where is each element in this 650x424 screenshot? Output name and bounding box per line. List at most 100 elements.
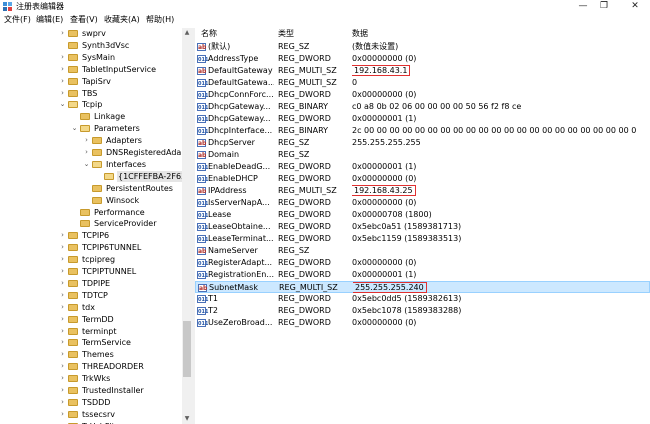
maximize-button[interactable]: ❐ bbox=[589, 0, 619, 13]
tree-item[interactable]: Winsock bbox=[0, 195, 182, 206]
tree-item[interactable]: › tcpipreg bbox=[0, 254, 182, 265]
tree-item[interactable]: ServiceProvider bbox=[0, 218, 182, 229]
expand-arrow-icon[interactable]: › bbox=[59, 28, 66, 39]
column-header-name[interactable]: 名称 bbox=[199, 28, 217, 40]
value-row[interactable]: ab (默认) REG_SZ (数值未设置) bbox=[195, 41, 650, 53]
column-header-type[interactable]: 类型 bbox=[276, 28, 294, 40]
collapse-arrow-icon[interactable]: ⌄ bbox=[71, 123, 78, 134]
tree-item[interactable]: › TDPIPE bbox=[0, 278, 182, 289]
value-row[interactable]: 011 LeaseTerminat... REG_DWORD 0x5ebc1159 (… bbox=[195, 233, 650, 245]
value-row[interactable]: 011 T1 REG_DWORD 0x5ebc0dd5 (1589382613) bbox=[195, 293, 650, 305]
expand-arrow-icon[interactable]: › bbox=[59, 397, 66, 408]
tree-item[interactable]: › DNSRegisteredAda bbox=[0, 147, 182, 158]
value-row[interactable]: ab DefaultGateway REG_MULTI_SZ 192.168.43.1 bbox=[195, 65, 650, 77]
expand-arrow-icon[interactable]: › bbox=[59, 230, 66, 241]
expand-arrow-icon[interactable]: › bbox=[59, 278, 66, 289]
tree-item[interactable]: › TermService bbox=[0, 337, 182, 348]
tree-item[interactable]: {1CFFEFBA-2F63 bbox=[0, 170, 188, 182]
scroll-up-icon[interactable]: ▲ bbox=[182, 28, 192, 38]
value-row[interactable]: 011 UseZeroBroad... REG_DWORD 0x00000000 (0… bbox=[195, 317, 650, 329]
expand-arrow-icon[interactable]: › bbox=[59, 242, 66, 253]
value-row[interactable]: 011 LeaseObtaine... REG_DWORD 0x5ebc0a51 (1… bbox=[195, 221, 650, 233]
value-list[interactable]: 名称 类型 数据 ab (默认) REG_SZ (数值未设置) 011 AddressTy… bbox=[195, 28, 650, 424]
scroll-down-icon[interactable]: ▼ bbox=[182, 414, 192, 424]
expand-arrow-icon[interactable]: › bbox=[59, 266, 66, 277]
tree-item[interactable]: › SysMain bbox=[0, 52, 182, 63]
value-row[interactable]: 011 Lease REG_DWORD 0x00000708 (1800) bbox=[195, 209, 650, 221]
expand-arrow-icon[interactable]: › bbox=[59, 385, 66, 396]
expand-arrow-icon[interactable]: › bbox=[59, 361, 66, 372]
tree-item[interactable]: Linkage bbox=[0, 111, 182, 122]
value-name: NameServer bbox=[208, 246, 258, 256]
value-row[interactable]: ab DhcpServer REG_SZ 255.255.255.255 bbox=[195, 137, 650, 149]
expand-arrow-icon[interactable]: › bbox=[59, 254, 66, 265]
menu-view[interactable]: 查看(V) bbox=[70, 14, 98, 26]
tree-item[interactable]: › TBS bbox=[0, 88, 182, 99]
expand-arrow-icon[interactable]: › bbox=[59, 76, 66, 87]
tree-item[interactable]: › terminpt bbox=[0, 326, 182, 337]
tree-item[interactable]: › Adapters bbox=[0, 135, 182, 146]
value-row[interactable]: ab NameServer REG_SZ bbox=[195, 245, 650, 257]
tree-item[interactable]: › TDTCP bbox=[0, 290, 182, 301]
collapse-arrow-icon[interactable]: ⌄ bbox=[83, 159, 90, 170]
value-row[interactable]: ab IPAddress REG_MULTI_SZ 192.168.43.25 bbox=[195, 185, 650, 197]
expand-arrow-icon[interactable]: › bbox=[59, 409, 66, 420]
collapse-arrow-icon[interactable]: ⌄ bbox=[59, 99, 66, 110]
tree-item[interactable]: ⌄ Interfaces bbox=[0, 159, 182, 170]
tree-item[interactable]: › TermDD bbox=[0, 314, 182, 325]
tree-item[interactable]: › swprv bbox=[0, 28, 182, 39]
value-row[interactable]: ab SubnetMask REG_MULTI_SZ 255.255.255.240 bbox=[195, 281, 650, 294]
tree-item[interactable]: › TSDDD bbox=[0, 397, 182, 408]
tree-item[interactable]: Performance bbox=[0, 207, 182, 218]
menu-favorites[interactable]: 收藏夹(A) bbox=[104, 14, 140, 26]
menu-file[interactable]: 文件(F) bbox=[4, 14, 31, 26]
expand-arrow-icon[interactable]: › bbox=[59, 64, 66, 75]
key-tree[interactable]: › swprv Synth3dVsc › SysMain › TabletInputServ… bbox=[0, 28, 192, 424]
tree-item[interactable]: › TCPIP6TUNNEL bbox=[0, 242, 182, 253]
tree-scrollbar[interactable]: ▲ ▼ bbox=[182, 28, 192, 424]
tree-item[interactable]: › THREADORDER bbox=[0, 361, 182, 372]
tree-item[interactable]: › TrkWks bbox=[0, 373, 182, 384]
expand-arrow-icon[interactable]: › bbox=[83, 135, 90, 146]
scrollbar-thumb[interactable] bbox=[183, 321, 191, 377]
tree-item[interactable]: ⌄ Tcpip bbox=[0, 99, 182, 110]
value-row[interactable]: 011 DhcpConnForc... REG_DWORD 0x00000000 (0… bbox=[195, 89, 650, 101]
value-row[interactable]: 011 IsServerNapA... REG_DWORD 0x00000000 (0… bbox=[195, 197, 650, 209]
value-row[interactable]: 011 DhcpGateway... REG_DWORD 0x00000001 (1) bbox=[195, 113, 650, 125]
tree-item[interactable]: › TrustedInstaller bbox=[0, 385, 182, 396]
expand-arrow-icon[interactable]: › bbox=[59, 326, 66, 337]
value-row[interactable]: 011 DefaultGatewa... REG_MULTI_SZ 0 bbox=[195, 77, 650, 89]
value-row[interactable]: 011 AddressType REG_DWORD 0x00000000 (0) bbox=[195, 53, 650, 65]
menu-edit[interactable]: 编辑(E) bbox=[36, 14, 63, 26]
tree-item[interactable]: › TCPIP6 bbox=[0, 230, 182, 241]
expand-arrow-icon[interactable]: › bbox=[59, 373, 66, 384]
menu-help[interactable]: 帮助(H) bbox=[146, 14, 174, 26]
tree-item[interactable]: › tssecsrv bbox=[0, 409, 182, 420]
value-row[interactable]: 011 EnableDeadG... REG_DWORD 0x00000001 (1) bbox=[195, 161, 650, 173]
value-row[interactable]: ab Domain REG_SZ bbox=[195, 149, 650, 161]
column-header-data[interactable]: 数据 bbox=[350, 28, 368, 40]
tree-item[interactable]: › TabletInputService bbox=[0, 64, 182, 75]
expand-arrow-icon[interactable]: › bbox=[59, 52, 66, 63]
tree-item[interactable]: Synth3dVsc bbox=[0, 40, 182, 51]
value-row[interactable]: 011 EnableDHCP REG_DWORD 0x00000000 (0) bbox=[195, 173, 650, 185]
value-row[interactable]: 011 DhcpInterface... REG_BINARY 2c 00 00 00… bbox=[195, 125, 650, 137]
tree-item[interactable]: ⌄ Parameters bbox=[0, 123, 182, 134]
tree-item[interactable]: › TapiSrv bbox=[0, 76, 182, 87]
value-row[interactable]: 011 T2 REG_DWORD 0x5ebc1078 (1589383288) bbox=[195, 305, 650, 317]
expand-arrow-icon[interactable]: › bbox=[83, 147, 90, 158]
tree-item[interactable]: › tdx bbox=[0, 302, 182, 313]
value-row[interactable]: 011 DhcpGateway... REG_BINARY c0 a8 0b 02 0… bbox=[195, 101, 650, 113]
value-row[interactable]: 011 RegisterAdapt... REG_DWORD 0x00000000 (… bbox=[195, 257, 650, 269]
close-button[interactable]: ✕ bbox=[620, 0, 650, 13]
expand-arrow-icon[interactable]: › bbox=[59, 302, 66, 313]
tree-item[interactable]: › TCPIPTUNNEL bbox=[0, 266, 182, 277]
value-row[interactable]: 011 RegistrationEn... REG_DWORD 0x00000001 … bbox=[195, 269, 650, 281]
tree-item[interactable]: › Themes bbox=[0, 349, 182, 360]
expand-arrow-icon[interactable]: › bbox=[59, 337, 66, 348]
tree-item[interactable]: PersistentRoutes bbox=[0, 183, 182, 194]
expand-arrow-icon[interactable]: › bbox=[59, 349, 66, 360]
expand-arrow-icon[interactable]: › bbox=[59, 290, 66, 301]
expand-arrow-icon[interactable]: › bbox=[59, 88, 66, 99]
expand-arrow-icon[interactable]: › bbox=[59, 314, 66, 325]
